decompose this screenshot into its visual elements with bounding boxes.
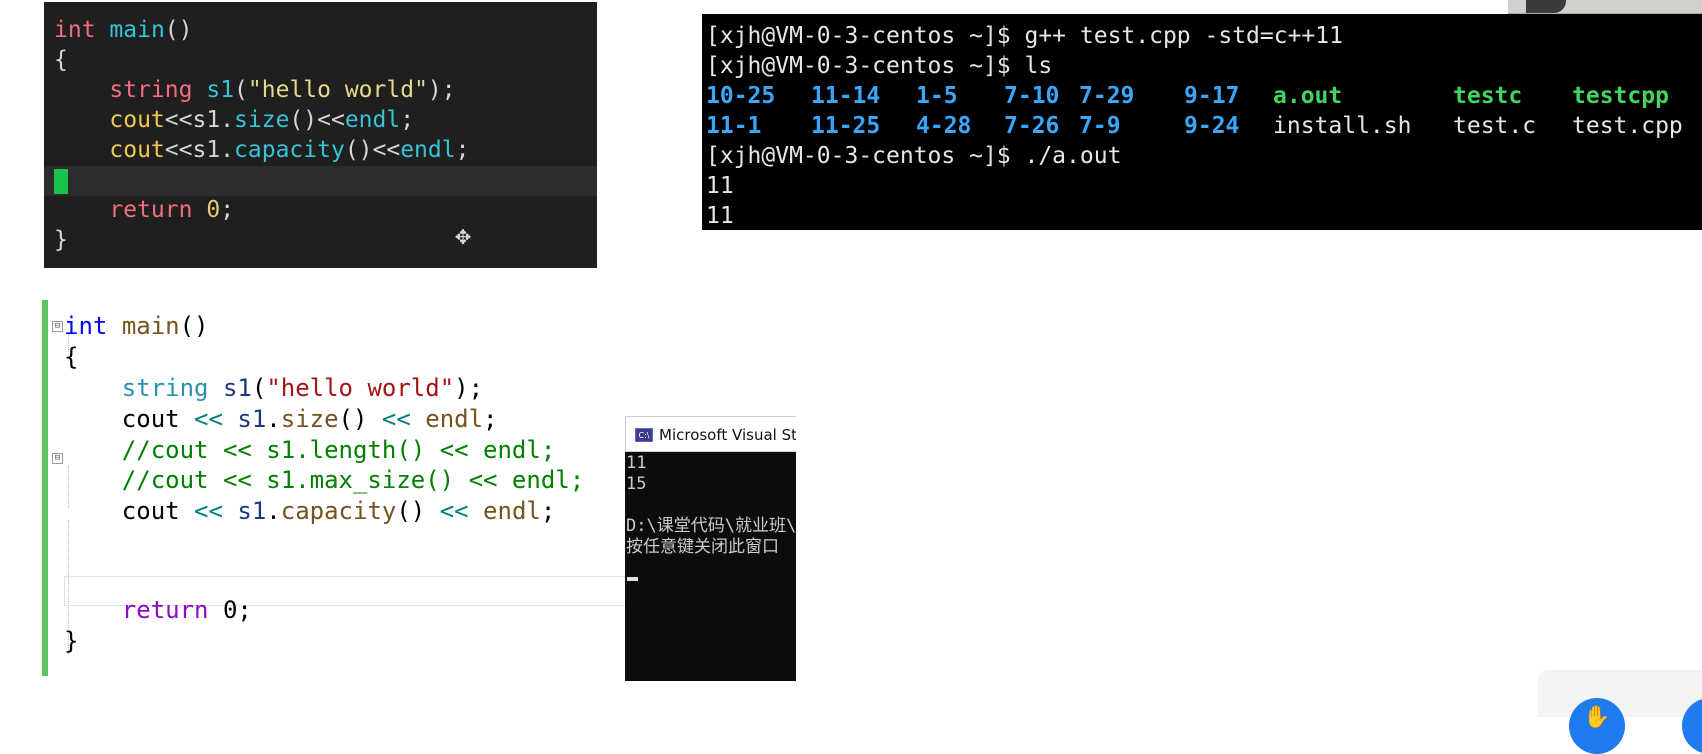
ls-entry-dir: 10-25	[706, 83, 776, 109]
ls-entry-dir: 11-1	[706, 113, 762, 139]
console-cursor	[627, 577, 638, 581]
ls-entry-dir: 11-14	[811, 83, 881, 109]
code-line[interactable]: }	[64, 625, 78, 658]
current-line-highlight	[44, 166, 597, 196]
webcam-overlay	[1508, 0, 1702, 14]
text-cursor	[54, 169, 68, 194]
code-line[interactable]: cout<<s1.capacity()<<endl;	[54, 135, 469, 165]
terminal-line: [xjh@VM-0-3-centos ~]$ ls	[706, 53, 1053, 79]
code-line[interactable]: return 0;	[54, 195, 234, 225]
ls-entry-exec: testcpp	[1572, 83, 1669, 109]
fold-toggle-icon[interactable]: ⊟	[52, 453, 63, 464]
ls-entry-dir: 7-26	[1004, 113, 1060, 139]
ls-entry-dir: 7-9	[1079, 113, 1121, 139]
raise-hand-icon[interactable]: ✋	[1569, 698, 1625, 754]
vs-code-editor[interactable]: ⊟ ⊟ int main() { string s1("hello world"…	[42, 300, 642, 676]
change-indicator-bar	[42, 300, 48, 676]
code-line[interactable]: return 0;	[64, 594, 252, 627]
ls-entry-exec: a.out	[1273, 83, 1343, 109]
console-output-line: 15	[626, 474, 647, 494]
ls-entry-dir: 7-10	[1004, 83, 1060, 109]
ls-entry-dir: 1-5	[916, 83, 958, 109]
fold-toggle-icon[interactable]: ⊟	[52, 321, 63, 332]
dark-code-editor: int main() { string s1("hello world"); c…	[44, 2, 597, 268]
code-line[interactable]: cout << s1.capacity() << endl;	[64, 495, 556, 528]
code-line[interactable]: //cout << s1.max_size() << endl;	[64, 464, 584, 497]
console-titlebar[interactable]: C:\ Microsoft Visual Studio 调试控制台	[625, 416, 796, 452]
debug-console-window[interactable]: C:\ Microsoft Visual Studio 调试控制台 11 15 …	[625, 416, 796, 681]
terminal-window[interactable]: [xjh@VM-0-3-centos ~]$ g++ test.cpp -std…	[702, 14, 1702, 230]
ls-entry-exec: testc	[1453, 83, 1523, 109]
code-line[interactable]: int main()	[54, 15, 193, 45]
code-line[interactable]: int main()	[64, 310, 209, 343]
code-line[interactable]: string s1("hello world");	[54, 75, 455, 105]
terminal-output: 11	[706, 173, 734, 199]
ls-entry-file: test.cpp	[1572, 113, 1683, 139]
ls-entry-dir: 4-28	[916, 113, 972, 139]
console-output-line: 11	[626, 453, 647, 473]
console-output-line: 按任意键关闭此窗口	[626, 537, 779, 557]
ls-entry-dir: 9-17	[1184, 83, 1240, 109]
code-line[interactable]: cout << s1.size() << endl;	[64, 403, 498, 436]
terminal-line: [xjh@VM-0-3-centos ~]$ g++ test.cpp -std…	[706, 23, 1343, 49]
code-line[interactable]: cout<<s1.size()<<endl;	[54, 105, 414, 135]
terminal-line: [xjh@VM-0-3-centos ~]$ ./a.out	[706, 143, 1122, 169]
console-app-icon: C:\	[635, 428, 653, 442]
ls-entry-dir: 7-29	[1079, 83, 1135, 109]
terminal-output: 11	[706, 203, 734, 229]
code-line[interactable]: //cout << s1.length() << endl;	[64, 434, 555, 467]
code-line[interactable]: string s1("hello world");	[64, 372, 483, 405]
ls-entry-dir: 9-24	[1184, 113, 1240, 139]
code-line[interactable]: }	[54, 225, 68, 255]
console-output-line: D:\课堂代码\就业班\	[626, 516, 796, 536]
ls-entry-dir: 11-25	[811, 113, 881, 139]
console-title: Microsoft Visual Studio 调试控制台	[659, 426, 796, 444]
ls-entry-file: install.sh	[1273, 113, 1412, 139]
move-cursor-icon: ✥	[454, 225, 472, 249]
ls-entry-file: test.c	[1453, 113, 1537, 139]
code-line[interactable]: {	[54, 45, 68, 75]
code-line[interactable]: {	[64, 341, 78, 374]
